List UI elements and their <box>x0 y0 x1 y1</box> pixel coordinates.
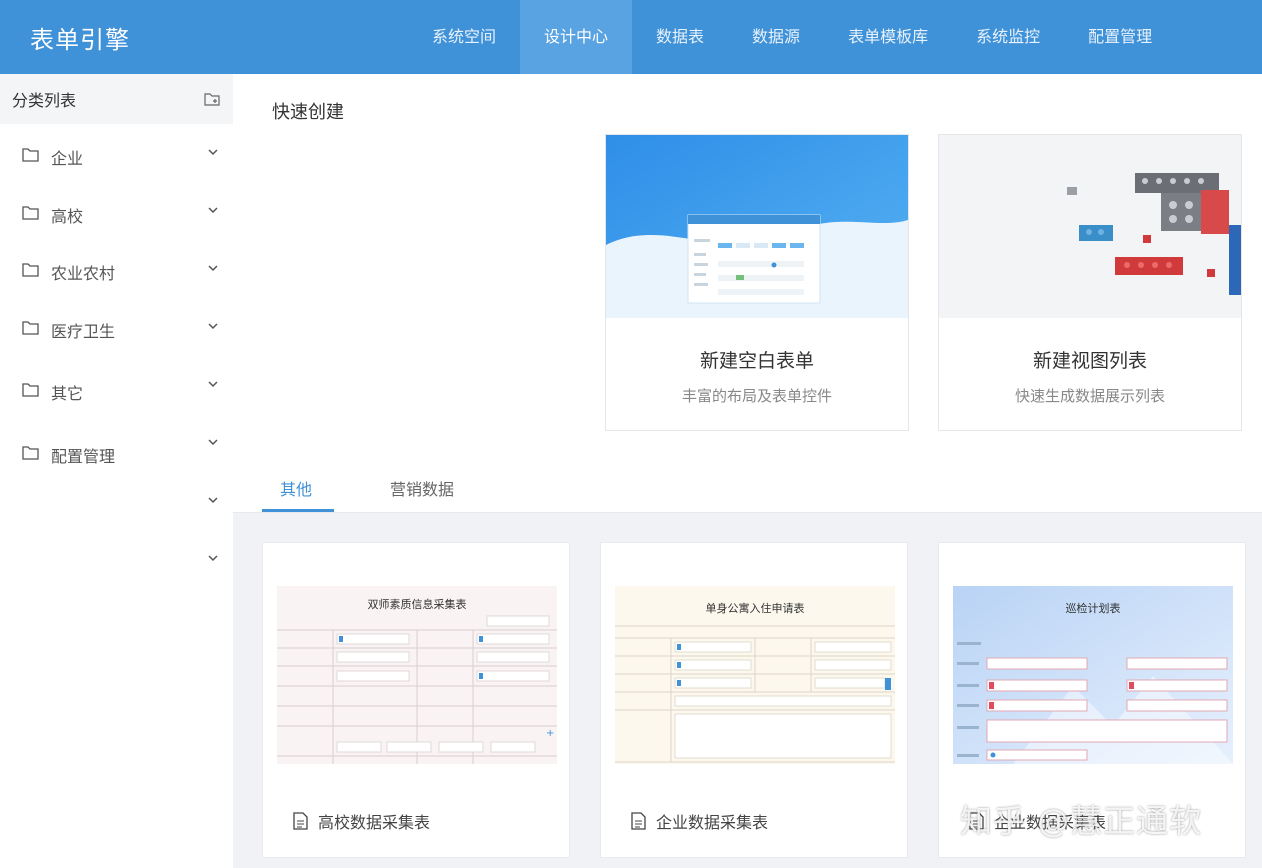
chevron-down-icon[interactable] <box>207 496 219 504</box>
template-card-university[interactable]: + 双师素质信息采集表 高校数据采集表 <box>262 542 570 858</box>
template-thumbnail: + 双师素质信息采集表 <box>277 586 557 764</box>
thumbnail-title: 双师素质信息采集表 <box>367 598 467 611</box>
sidebar-item-healthcare[interactable]: 医疗卫生 <box>0 309 233 349</box>
thumbnail-title: 巡检计划表 <box>1065 602 1121 615</box>
thumbnail-title: 单身公寓入住申请表 <box>705 602 805 615</box>
new-blank-form-card[interactable]: 新建空白表单 丰富的布局及表单控件 <box>605 134 909 431</box>
chevron-down-icon[interactable] <box>207 206 219 214</box>
new-view-list-card[interactable]: 新建视图列表 快速生成数据展示列表 <box>938 134 1242 431</box>
nav-form-templates[interactable]: 表单模板库 <box>824 0 952 74</box>
sidebar-header: 分类列表 <box>0 74 233 124</box>
sidebar-item-label: 高校 <box>51 207 84 226</box>
template-card-enterprise-apartment[interactable]: 单身公寓入住申请表 企业数据采集表 <box>600 542 908 858</box>
nav-data-sources[interactable]: 数据源 <box>728 0 824 74</box>
main-nav: 系统空间 设计中心 数据表 数据源 表单模板库 系统监控 配置管理 <box>408 0 1176 74</box>
top-header: 表单引擎 系统空间 设计中心 数据表 数据源 表单模板库 系统监控 配置管理 <box>0 0 1262 74</box>
chevron-down-icon[interactable] <box>207 322 219 330</box>
sidebar-item-university[interactable]: 高校 <box>0 194 233 234</box>
svg-text:+: + <box>546 728 554 739</box>
sidebar-item-other[interactable]: 其它 <box>0 371 233 411</box>
document-icon <box>631 812 646 830</box>
sidebar-item-label: 其它 <box>51 384 84 403</box>
card-title: 新建视图列表 <box>1032 350 1147 372</box>
folder-icon <box>22 263 39 277</box>
document-icon <box>293 812 308 830</box>
chevron-down-icon[interactable] <box>207 148 219 156</box>
folder-icon <box>22 383 39 397</box>
chevron-down-icon[interactable] <box>207 380 219 388</box>
template-name: 企业数据采集表 <box>656 813 769 832</box>
chevron-down-icon[interactable] <box>207 264 219 272</box>
watermark-text: 知乎 @慧正通软 <box>960 802 1203 840</box>
chevron-down-icon[interactable] <box>207 438 219 446</box>
nav-system-space[interactable]: 系统空间 <box>408 0 520 74</box>
folder-icon <box>22 148 39 162</box>
card-title: 新建空白表单 <box>699 350 814 372</box>
sidebar-item-enterprise[interactable]: 企业 <box>0 136 233 176</box>
card-subtitle: 丰富的布局及表单控件 <box>681 387 832 405</box>
sidebar-item-label: 医疗卫生 <box>51 322 116 341</box>
template-label: 高校数据采集表 <box>293 809 430 833</box>
template-name: 高校数据采集表 <box>318 813 431 832</box>
template-thumbnail: 巡检计划表 <box>953 586 1233 764</box>
sidebar-item-config[interactable]: 配置管理 <box>0 434 233 474</box>
quick-create-title: 快速创建 <box>272 102 344 123</box>
template-thumbnail: 单身公寓入住申请表 <box>615 586 895 764</box>
nav-data-tables[interactable]: 数据表 <box>632 0 728 74</box>
folder-icon <box>22 206 39 220</box>
nav-system-monitor[interactable]: 系统监控 <box>952 0 1064 74</box>
tab-marketing-data[interactable]: 营销数据 <box>390 476 454 500</box>
sidebar-item-agriculture[interactable]: 农业农村 <box>0 251 233 291</box>
view-list-illustration <box>939 135 1241 318</box>
sidebar-item-label: 配置管理 <box>51 447 116 466</box>
nav-design-center[interactable]: 设计中心 <box>520 0 633 74</box>
template-label: 企业数据采集表 <box>631 809 768 833</box>
add-folder-icon[interactable] <box>203 90 221 108</box>
nav-config-management[interactable]: 配置管理 <box>1064 0 1176 74</box>
chevron-down-icon[interactable] <box>207 554 219 562</box>
sidebar-item-label: 农业农村 <box>51 264 116 283</box>
card-subtitle: 快速生成数据展示列表 <box>1014 387 1165 405</box>
sidebar-item-label: 企业 <box>51 149 84 168</box>
app-brand[interactable]: 表单引擎 <box>30 20 130 55</box>
folder-icon <box>22 446 39 460</box>
tab-other[interactable]: 其他 <box>280 476 312 500</box>
blank-form-illustration <box>606 135 908 318</box>
sidebar-title: 分类列表 <box>12 91 77 110</box>
folder-icon <box>22 321 39 335</box>
